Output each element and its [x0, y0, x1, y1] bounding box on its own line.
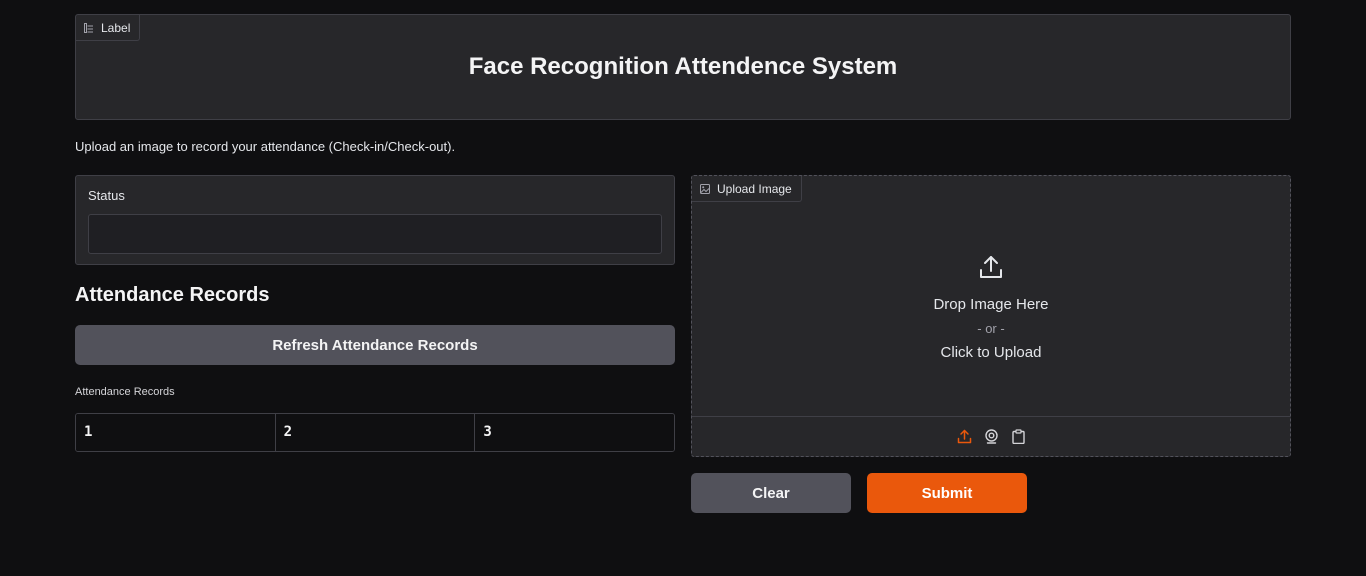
header-label-block: Label Face Recognition Attendence System — [75, 14, 1291, 120]
header-block-tag: Label — [76, 15, 141, 41]
status-panel: Status — [75, 175, 675, 265]
status-field[interactable] — [88, 214, 662, 254]
upload-source-icon[interactable] — [956, 428, 973, 445]
clipboard-icon[interactable] — [1010, 428, 1027, 445]
header-block-tag-label: Label — [101, 20, 131, 35]
page-subtitle: Upload an image to record your attendanc… — [75, 139, 456, 154]
clear-button[interactable]: Clear — [691, 473, 851, 513]
attendance-records-heading: Attendance Records — [75, 284, 270, 306]
upload-icon — [978, 254, 1004, 285]
or-separator-text: - or - — [977, 321, 1005, 336]
submit-button[interactable]: Submit — [867, 473, 1027, 513]
upload-block-tag: Upload Image — [692, 176, 802, 202]
upload-block-tag-label: Upload Image — [717, 181, 792, 196]
table-column-header[interactable]: 2 — [275, 414, 476, 451]
label-icon — [84, 22, 94, 33]
app-root: Label Face Recognition Attendence System… — [0, 0, 1366, 576]
click-to-upload-text: Click to Upload — [940, 344, 1042, 361]
status-label: Status — [88, 188, 125, 203]
attendance-table: 1 2 3 — [75, 413, 675, 452]
table-column-header[interactable]: 3 — [475, 414, 674, 451]
refresh-attendance-button[interactable]: Refresh Attendance Records — [75, 325, 675, 365]
page-title: Face Recognition Attendence System — [468, 53, 898, 80]
table-column-header[interactable]: 1 — [76, 414, 276, 451]
image-upload-panel: Upload Image Drop Image Here - or - Clic… — [691, 175, 1291, 457]
upload-source-bar — [692, 416, 1290, 456]
attendance-table-caption: Attendance Records — [75, 386, 175, 398]
image-icon — [700, 183, 710, 194]
drop-image-text: Drop Image Here — [933, 296, 1049, 313]
image-drop-zone[interactable]: Drop Image Here - or - Click to Upload — [692, 202, 1290, 417]
webcam-icon[interactable] — [983, 428, 1000, 445]
